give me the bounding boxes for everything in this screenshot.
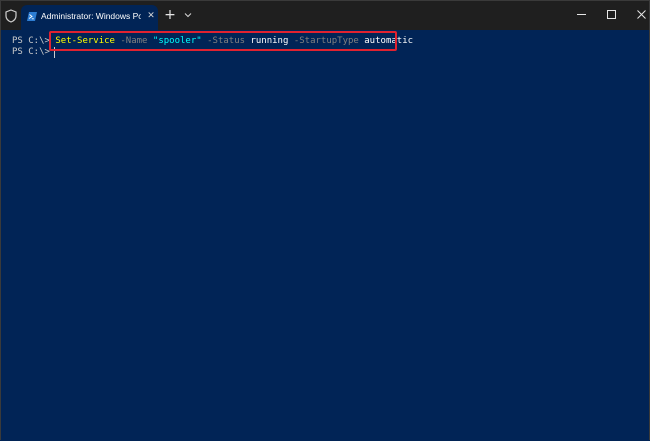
close-icon: [637, 10, 646, 19]
chevron-down-icon[interactable]: [182, 8, 194, 22]
minimize-icon: [577, 14, 586, 15]
tab-powershell[interactable]: Administrator: Windows Powe ✕: [21, 5, 158, 30]
title-bar[interactable]: Administrator: Windows Powe ✕ +: [1, 1, 649, 30]
terminal-output[interactable]: PS C:\> Set-Service -Name "spooler" -Sta…: [1, 30, 649, 441]
close-tab-icon[interactable]: ✕: [146, 11, 156, 21]
new-tab-button[interactable]: +: [163, 7, 177, 23]
maximize-icon: [607, 10, 616, 19]
command-highlight-box: [49, 31, 397, 51]
minimize-button[interactable]: [566, 1, 597, 30]
maximize-button[interactable]: [596, 1, 627, 30]
powershell-icon: [27, 12, 37, 21]
tab-title: Administrator: Windows Powe: [41, 11, 141, 21]
shield-icon: [5, 9, 17, 23]
close-window-button[interactable]: [626, 1, 650, 30]
terminal-window: Administrator: Windows Powe ✕ + PS C:\> …: [0, 0, 650, 441]
